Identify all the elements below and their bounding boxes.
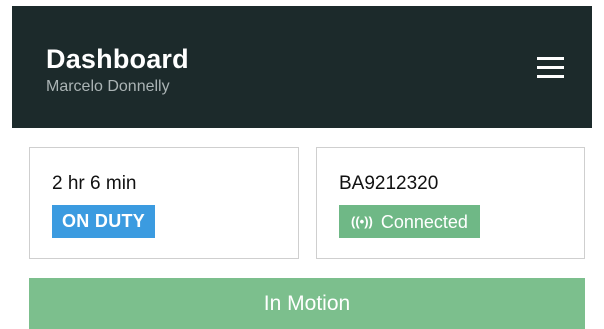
broadcast-signal-icon: ((•)) (351, 214, 373, 229)
duty-time: 2 hr 6 min (52, 173, 137, 194)
connection-status-label: Connected (380, 212, 468, 232)
device-card: BA9212320 ((•)) Connected (316, 147, 585, 259)
duty-status-card: 2 hr 6 min ON DUTY (29, 147, 299, 259)
menu-line (537, 66, 564, 69)
device-id: BA9212320 (339, 173, 439, 194)
page-title: Dashboard (46, 44, 189, 74)
connection-status-badge: ((•)) Connected (339, 205, 480, 238)
app-header: Dashboard Marcelo Donnelly (12, 6, 592, 128)
dashboard-page: Dashboard Marcelo Donnelly 2 hr 6 min ON… (0, 0, 604, 329)
menu-line (537, 75, 564, 78)
user-name: Marcelo Donnelly (46, 78, 170, 95)
duty-status-badge: ON DUTY (52, 205, 156, 238)
menu-line (537, 57, 564, 60)
motion-status-bar: In Motion (29, 278, 585, 329)
hamburger-menu-icon[interactable] (531, 52, 565, 86)
